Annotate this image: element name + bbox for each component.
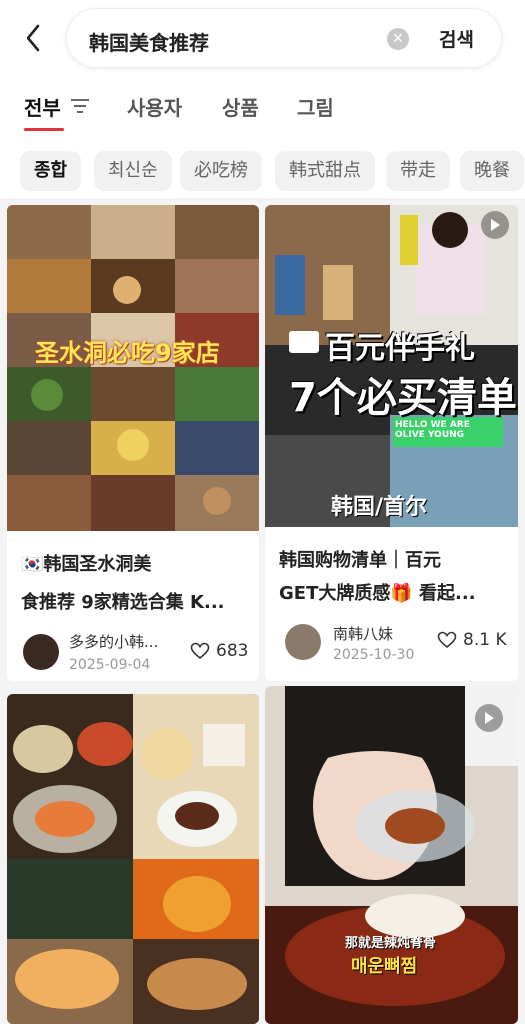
post-date: 2025-09-04 bbox=[69, 657, 151, 673]
chip-dinner[interactable]: 晚餐 bbox=[460, 151, 524, 191]
cover-caption: 那就是辣炖脊骨 bbox=[345, 936, 437, 951]
korea-flag-icon bbox=[289, 331, 319, 353]
clear-icon[interactable]: ✕ bbox=[387, 28, 409, 50]
search-input[interactable]: 韩国美食推荐 ✕ 검색 bbox=[66, 8, 502, 68]
note-card[interactable]: 圣水洞必吃9家店 🇰🇷韩国圣水洞美 食推荐 9家精选合集 K... 多多的小韩.… bbox=[7, 205, 259, 681]
filter-chips: 종합 최신순 必吃榜 韩式甜点 带走 晚餐 bbox=[0, 138, 525, 198]
cover-caption: 7个必买清单 bbox=[289, 375, 517, 421]
chip-korean-dessert[interactable]: 韩式甜点 bbox=[275, 151, 375, 191]
like-count: 683 bbox=[216, 641, 249, 661]
tab-users[interactable]: 사용자 bbox=[127, 92, 182, 121]
tab-products[interactable]: 상품 bbox=[222, 92, 259, 121]
filter-icon[interactable] bbox=[70, 98, 90, 114]
note-card[interactable]: 百元伴手礼 7个必买清单 HELLO WE ARE OLIVE YOUNG 韩国… bbox=[265, 205, 518, 681]
store-sign: HELLO WE ARE OLIVE YOUNG bbox=[395, 420, 470, 440]
back-button[interactable] bbox=[18, 20, 48, 56]
note-card[interactable] bbox=[7, 694, 259, 1024]
post-date: 2025-10-30 bbox=[333, 647, 415, 663]
note-card[interactable]: 那就是辣炖脊骨 매운뼈찜 bbox=[265, 686, 518, 1024]
chevron-left-icon bbox=[26, 24, 40, 52]
cover-caption: 매운뼈찜 bbox=[351, 956, 418, 977]
search-query: 韩国美食推荐 bbox=[89, 31, 209, 55]
video-play-icon bbox=[475, 704, 503, 732]
cover-caption: 圣水洞必吃9家店 bbox=[35, 339, 220, 367]
avatar[interactable] bbox=[285, 624, 321, 660]
chip-takeaway[interactable]: 带走 bbox=[386, 151, 450, 191]
heart-icon bbox=[190, 642, 210, 660]
result-tabs: 전부 사용자 상품 그림 bbox=[0, 78, 525, 138]
card-title-line2: GET大牌质感🎁 看起... bbox=[279, 583, 476, 604]
chip-general[interactable]: 종합 bbox=[20, 151, 82, 191]
author-name[interactable]: 多多的小韩... bbox=[69, 631, 158, 652]
search-header: 韩国美食推荐 ✕ 검색 bbox=[0, 0, 525, 78]
video-play-icon bbox=[481, 211, 509, 239]
heart-icon bbox=[437, 631, 457, 649]
tab-all[interactable]: 전부 bbox=[24, 92, 61, 121]
avatar[interactable] bbox=[23, 634, 59, 670]
card-title-line2: 食推荐 9家精选合集 K... bbox=[21, 592, 225, 613]
card-cover-image: 那就是辣炖脊骨 매운뼈찜 bbox=[265, 686, 518, 1024]
card-cover-image: 百元伴手礼 7个必买清单 HELLO WE ARE OLIVE YOUNG 韩国… bbox=[265, 205, 518, 527]
search-button[interactable]: 검색 bbox=[439, 25, 474, 52]
like-button[interactable]: 8.1 K bbox=[437, 630, 507, 650]
card-cover-image bbox=[7, 694, 259, 1024]
chip-latest[interactable]: 최신순 bbox=[94, 151, 172, 191]
chip-must-eat[interactable]: 必吃榜 bbox=[180, 151, 262, 191]
like-button[interactable]: 683 bbox=[190, 641, 248, 661]
cover-caption: 百元伴手礼 bbox=[325, 331, 475, 366]
active-tab-indicator bbox=[24, 128, 64, 131]
cover-caption: 韩国/首尔 bbox=[331, 495, 428, 520]
card-cover-image: 圣水洞必吃9家店 bbox=[7, 205, 259, 531]
like-count: 8.1 K bbox=[463, 630, 507, 650]
card-title-line1: 🇰🇷韩国圣水洞美 bbox=[21, 554, 152, 575]
tab-images[interactable]: 그림 bbox=[297, 92, 334, 121]
author-name[interactable]: 南韩八妹 bbox=[333, 623, 393, 644]
